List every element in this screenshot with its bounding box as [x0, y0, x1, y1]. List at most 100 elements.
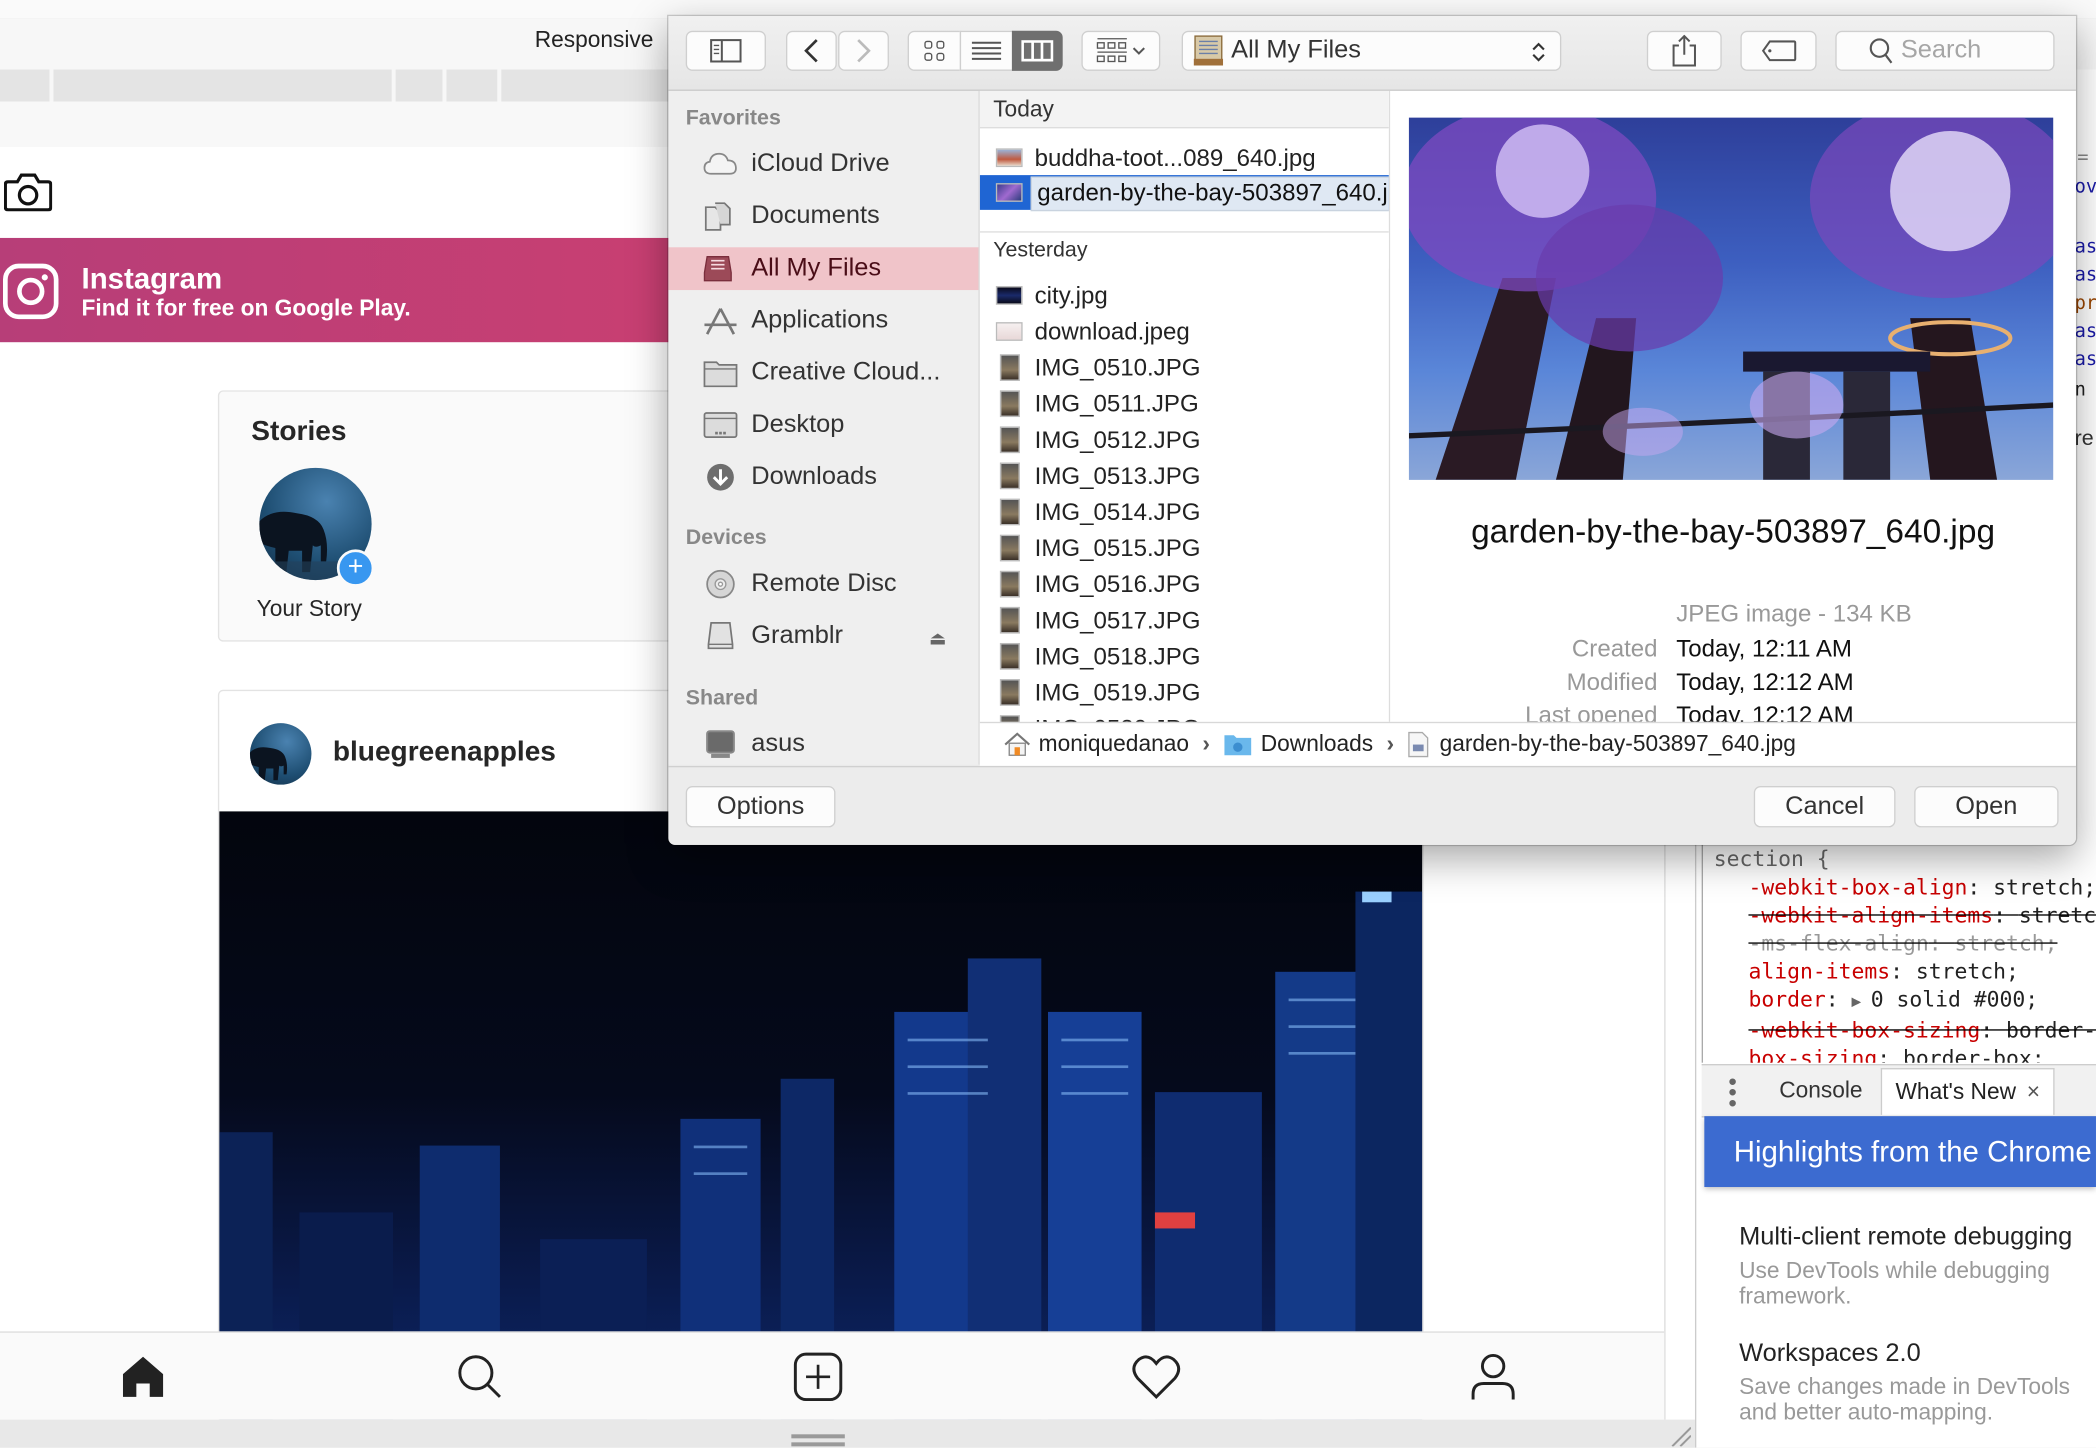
sidebar-item-gramblr[interactable]: Gramblr ⏏ [668, 615, 978, 658]
drawer-menu-icon[interactable]: • • • [1728, 1069, 1736, 1114]
file-row[interactable]: city.jpg [980, 278, 1389, 313]
new-post-icon[interactable] [793, 1351, 844, 1402]
css-value[interactable]: stretch; [2019, 902, 2096, 927]
drive-icon [707, 622, 734, 650]
post-username[interactable]: bluegreenapples [333, 737, 556, 769]
location-popup[interactable]: All My Files [1181, 30, 1562, 71]
add-story-plus-icon[interactable]: + [336, 549, 375, 587]
forward-button[interactable] [838, 30, 889, 71]
file-row[interactable]: IMG_0511.JPG [980, 386, 1389, 421]
css-property[interactable]: -webkit-box-align [1748, 874, 1967, 899]
profile-icon[interactable] [1468, 1351, 1519, 1402]
column-view-button[interactable] [1011, 30, 1063, 71]
media-query-segment[interactable] [49, 69, 54, 102]
css-property[interactable]: align-items [1748, 958, 1890, 983]
file-row-selected[interactable]: garden-by-the-bay-503897_640.jpg [979, 175, 1389, 212]
share-button[interactable] [1646, 30, 1722, 71]
sidebar-item-desktop[interactable]: Desktop [668, 404, 978, 447]
css-declaration[interactable]: -ms-flex-align: stretch; [1703, 929, 2096, 957]
file-row[interactable]: IMG_0514.JPG [980, 495, 1389, 530]
city-skyline-illustration [219, 891, 1423, 1420]
sidebar-item-remote-disc[interactable]: Remote Disc [668, 563, 978, 606]
css-declaration[interactable]: -webkit-align-items: stretch; [1703, 901, 2096, 929]
sidebar-item-all-my-files[interactable]: All My Files [668, 247, 979, 291]
path-item-file[interactable]: garden-by-the-bay-503897_640.jpg [1407, 731, 1796, 758]
sidebar-item-asus[interactable]: asus [668, 723, 978, 764]
path-item-home[interactable]: moniquedanao [1004, 731, 1189, 758]
tab-whats-new[interactable]: What's New × [1880, 1068, 2055, 1115]
path-separator-icon: › [1202, 731, 1210, 757]
css-declaration[interactable]: -webkit-box-align: stretch; [1703, 873, 2096, 901]
activity-heart-icon[interactable] [1131, 1351, 1182, 1402]
list-view-button[interactable] [959, 30, 1014, 71]
back-button[interactable] [785, 30, 837, 71]
file-row[interactable]: IMG_0513.JPG [980, 458, 1389, 493]
file-row[interactable]: IMG_0515.JPG [980, 531, 1389, 566]
file-row[interactable]: IMG_0510.JPG [980, 350, 1389, 385]
close-tab-icon[interactable]: × [2027, 1079, 2040, 1104]
camera-icon[interactable] [4, 171, 53, 212]
tab-console[interactable]: Console [1779, 1077, 1862, 1104]
css-property[interactable]: -webkit-box-sizing [1748, 1017, 1980, 1042]
icon-view-button[interactable] [907, 30, 962, 71]
sidebar-item-label: iCloud Drive [751, 149, 890, 178]
tab-whats-new-label: What's New [1895, 1078, 2016, 1105]
tags-button[interactable] [1740, 30, 1817, 71]
file-row[interactable]: IMG_0519.JPG [980, 675, 1389, 710]
whats-new-item[interactable]: Multi-client remote debugging Use DevToo… [1739, 1223, 2072, 1309]
css-property[interactable]: -webkit-align-items [1748, 902, 1993, 927]
css-property[interactable]: border [1748, 987, 1825, 1012]
sidebar-item-icloud-drive[interactable]: iCloud Drive [668, 143, 978, 186]
css-selector[interactable]: section { [1703, 842, 2096, 873]
image-thumbnail-icon [999, 498, 1020, 526]
search-field[interactable]: Search [1835, 30, 2055, 71]
css-value[interactable]: stretch; [1954, 930, 2057, 955]
file-row[interactable]: IMG_0518.JPG [980, 639, 1389, 674]
dialog-toolbar: All My Files Search [668, 16, 2076, 91]
eject-icon[interactable]: ⏏ [929, 627, 947, 650]
device-mode-select[interactable]: Responsive [535, 27, 654, 54]
css-declaration[interactable]: -webkit-box-sizing: border-box; [1703, 1016, 2096, 1044]
corner-resize-icon[interactable] [1670, 1425, 1691, 1447]
media-query-segment[interactable] [391, 69, 396, 102]
open-button[interactable]: Open [1914, 785, 2059, 828]
css-declaration[interactable]: align-items: stretch; [1703, 957, 2096, 985]
whats-new-item[interactable]: Workspaces 2.0 Save changes made in DevT… [1739, 1339, 2070, 1425]
cloud-icon [703, 152, 737, 175]
css-property[interactable]: -ms-flex-align [1748, 930, 1928, 955]
expand-shorthand-icon[interactable]: ▶ [1851, 992, 1870, 1011]
css-declaration[interactable]: box-sizing: border-box; [1703, 1044, 2096, 1063]
css-declaration[interactable]: border: ▶ 0 solid #000; [1703, 985, 2096, 1016]
sidebar-item-documents[interactable]: Documents [668, 195, 978, 238]
home-icon[interactable] [118, 1351, 169, 1402]
sidebar-item-applications[interactable]: Applications [668, 299, 978, 342]
css-colon: : [1877, 1045, 1903, 1063]
css-value[interactable]: stretch; [1916, 958, 2019, 983]
file-row[interactable]: IMG_0516.JPG [980, 567, 1389, 602]
share-icon [1672, 34, 1696, 67]
post-photo-city-skyline[interactable] [219, 811, 1423, 1420]
media-query-segment[interactable] [442, 69, 447, 102]
css-value[interactable]: 0 solid #000; [1871, 987, 2038, 1012]
column-view-icon [1021, 40, 1054, 62]
sidebar-item-downloads[interactable]: Downloads [668, 456, 978, 499]
file-row[interactable]: download.jpeg [980, 314, 1389, 349]
resize-handle-icon[interactable] [791, 1434, 845, 1439]
file-row[interactable]: IMG_0512.JPG [980, 422, 1389, 457]
search-icon[interactable] [454, 1351, 505, 1402]
path-item-label: moniquedanao [1038, 731, 1190, 757]
arrange-button[interactable] [1081, 30, 1161, 71]
media-query-segment[interactable] [497, 69, 502, 102]
file-row[interactable]: buddha-toot...089_640.jpg [980, 140, 1389, 175]
css-property[interactable]: box-sizing [1748, 1045, 1877, 1062]
css-value[interactable]: border-box; [2006, 1017, 2096, 1042]
path-item-downloads[interactable]: Downloads [1223, 731, 1373, 758]
css-value[interactable]: stretch; [1993, 874, 2096, 899]
options-button[interactable]: Options [685, 785, 836, 828]
cancel-button[interactable]: Cancel [1753, 785, 1896, 828]
sidebar-item-creative-cloud[interactable]: Creative Cloud... [668, 352, 978, 395]
post-author-avatar[interactable] [249, 723, 312, 785]
toggle-sidebar-button[interactable] [685, 30, 766, 71]
file-row[interactable]: IMG_0517.JPG [980, 603, 1389, 638]
css-value[interactable]: border-box; [1903, 1045, 2045, 1062]
